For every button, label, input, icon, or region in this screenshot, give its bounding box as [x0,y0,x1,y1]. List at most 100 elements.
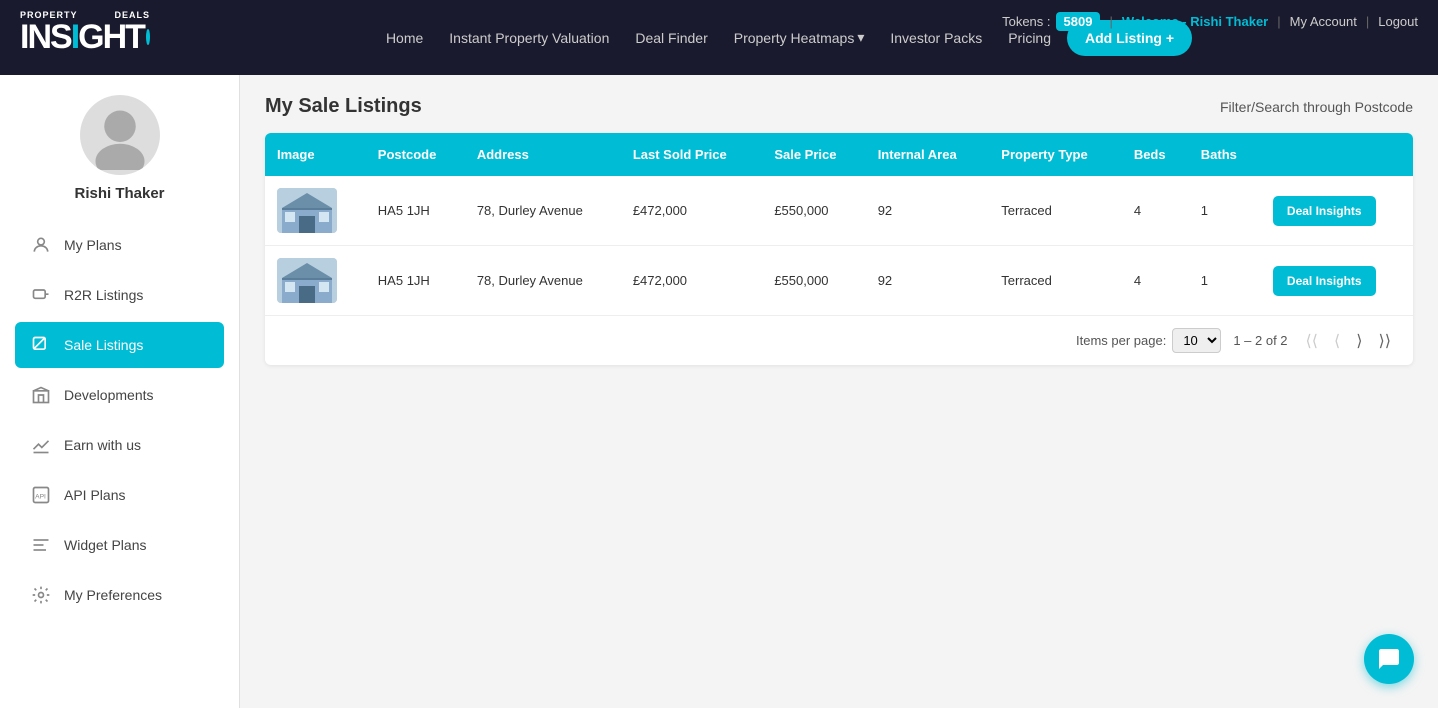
tokens-value: 5809 [1056,12,1101,31]
sidebar-label-developments: Developments [64,387,154,403]
user-name: Rishi Thaker [74,185,164,202]
widget-icon [30,534,52,556]
table-header: Image Postcode Address Last Sold Price S… [265,133,1413,176]
sidebar-label-earn: Earn with us [64,437,141,453]
cell-property_type: Terraced [989,176,1122,246]
nav-instant-valuation[interactable]: Instant Property Valuation [439,24,619,52]
items-per-page: Items per page: 10 25 50 [1076,328,1221,353]
cell-postcode: HA5 1JH [366,176,465,246]
sidebar-item-sale-listings[interactable]: Sale Listings [15,322,224,368]
sidebar-label-r2r: R2R Listings [64,287,143,303]
table-body: HA5 1JH78, Durley Avenue£472,000£550,000… [265,176,1413,316]
sidebar-label-widget: Widget Plans [64,537,146,553]
cell-image [265,176,366,246]
cell-action: Deal Insights [1261,246,1413,316]
main-layout: Rishi Thaker My Plans R2R Listings [0,75,1438,708]
cell-property_type: Terraced [989,246,1122,316]
col-sale-price: Sale Price [762,133,865,176]
cell-baths: 1 [1189,246,1261,316]
sidebar-label-my-plans: My Plans [64,237,122,253]
table-row: HA5 1JH78, Durley Avenue£472,000£550,000… [265,176,1413,246]
property-thumbnail [277,258,337,303]
user-icon [30,234,52,256]
sidebar-item-r2r-listings[interactable]: R2R Listings [15,272,224,318]
navbar: PROPERTY DEALS INSIGHT Tokens : 5809 | W… [0,0,1438,75]
col-beds: Beds [1122,133,1189,176]
navbar-user-info: Tokens : 5809 | Welcome - Rishi Thaker |… [1002,12,1418,31]
logo[interactable]: PROPERTY DEALS INSIGHT [20,10,150,65]
cell-last_sold_price: £472,000 [621,176,763,246]
nav-home[interactable]: Home [376,24,433,52]
tokens-label: Tokens : [1002,14,1050,29]
sidebar-item-widget-plans[interactable]: Widget Plans [15,522,224,568]
per-page-select[interactable]: 10 25 50 [1172,328,1221,353]
first-page-button[interactable]: ⟨⟨ [1300,329,1324,353]
cell-action: Deal Insights [1261,176,1413,246]
avatar [80,95,160,175]
col-internal-area: Internal Area [866,133,990,176]
table-row: HA5 1JH78, Durley Avenue£472,000£550,000… [265,246,1413,316]
cell-address: 78, Durley Avenue [465,246,621,316]
welcome-text: Welcome - Rishi Thaker [1122,14,1268,29]
sidebar: Rishi Thaker My Plans R2R Listings [0,75,240,708]
deal-insights-button[interactable]: Deal Insights [1273,196,1376,226]
col-last-sold: Last Sold Price [621,133,763,176]
main-content: My Sale Listings Filter/Search through P… [240,75,1438,708]
deal-insights-button[interactable]: Deal Insights [1273,266,1376,296]
page-info: 1 – 2 of 2 [1233,333,1287,348]
cell-last_sold_price: £472,000 [621,246,763,316]
sidebar-item-my-preferences[interactable]: My Preferences [15,572,224,618]
logout-link[interactable]: Logout [1378,14,1418,29]
col-baths: Baths [1189,133,1261,176]
pagination-row: Items per page: 10 25 50 1 – 2 of 2 ⟨⟨ ⟨… [265,316,1413,365]
my-account-link[interactable]: My Account [1290,14,1357,29]
cell-baths: 1 [1189,176,1261,246]
cell-sale_price: £550,000 [762,176,865,246]
cell-beds: 4 [1122,176,1189,246]
nav-property-heatmaps[interactable]: Property Heatmaps ▾ [724,23,875,52]
sidebar-item-api-plans[interactable]: API API Plans [15,472,224,518]
nav-deal-finder[interactable]: Deal Finder [625,24,717,52]
col-postcode: Postcode [366,133,465,176]
filter-search-label[interactable]: Filter/Search through Postcode [1220,99,1413,115]
api-icon: API [30,484,52,506]
page-title: My Sale Listings [265,95,422,118]
sidebar-item-my-plans[interactable]: My Plans [15,222,224,268]
pagination-buttons: ⟨⟨ ⟨ ⟩ ⟩⟩ [1300,329,1397,353]
cell-address: 78, Durley Avenue [465,176,621,246]
cell-internal_area: 92 [866,246,990,316]
tag-icon [30,334,52,356]
col-image: Image [265,133,366,176]
col-address: Address [465,133,621,176]
col-action [1261,133,1413,176]
chevron-down-icon: ▾ [857,29,864,46]
key-icon [30,284,52,306]
sidebar-item-developments[interactable]: Developments [15,372,224,418]
cell-internal_area: 92 [866,176,990,246]
listings-table: Image Postcode Address Last Sold Price S… [265,133,1413,316]
nav-investor-packs[interactable]: Investor Packs [880,24,992,52]
sidebar-item-earn-with-us[interactable]: Earn with us [15,422,224,468]
cell-image [265,246,366,316]
listings-table-wrapper: Image Postcode Address Last Sold Price S… [265,133,1413,365]
items-per-page-label: Items per page: [1076,333,1166,348]
last-page-button[interactable]: ⟩⟩ [1373,329,1397,353]
prev-page-button[interactable]: ⟨ [1328,329,1346,353]
next-page-button[interactable]: ⟩ [1350,329,1368,353]
property-thumbnail [277,188,337,233]
sidebar-label-sale-listings: Sale Listings [64,337,143,353]
chat-bubble[interactable] [1364,634,1414,684]
building-icon [30,384,52,406]
logo-main: INSIGHT [20,20,150,54]
cell-beds: 4 [1122,246,1189,316]
sidebar-nav: My Plans R2R Listings Sale Listings [0,222,239,622]
chart-icon [30,434,52,456]
svg-text:API: API [35,493,46,500]
col-property-type: Property Type [989,133,1122,176]
sidebar-label-api: API Plans [64,487,125,503]
content-header: My Sale Listings Filter/Search through P… [265,95,1413,118]
cell-sale_price: £550,000 [762,246,865,316]
cell-postcode: HA5 1JH [366,246,465,316]
sidebar-label-preferences: My Preferences [64,587,162,603]
gear-icon [30,584,52,606]
